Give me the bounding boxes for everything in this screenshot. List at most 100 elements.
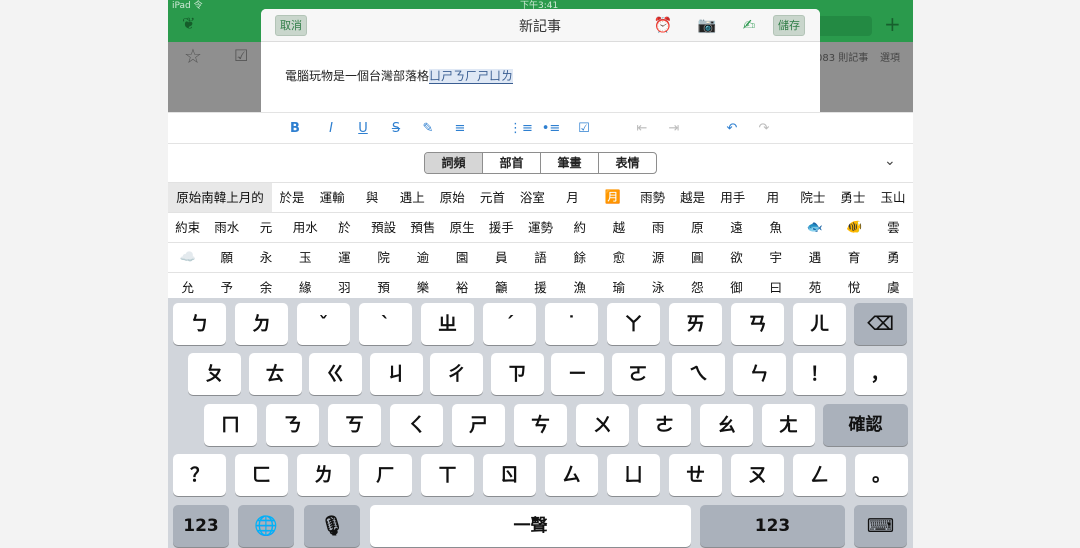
cancel-button[interactable]: 取消 [275, 15, 307, 36]
key[interactable]: ㄍ [309, 353, 362, 395]
key[interactable]: ㄠ [700, 404, 753, 446]
candidate-tab-2[interactable]: 部首 [483, 153, 541, 173]
candidate-item[interactable]: 原始南韓上月的 [168, 183, 272, 212]
key[interactable]: ㄔ [430, 353, 483, 395]
globe-icon[interactable]: 🌐 [238, 505, 294, 547]
candidate-item[interactable]: 原始 [432, 183, 472, 212]
candidate-item[interactable]: 浴室 [512, 183, 552, 212]
key[interactable]: ㄩ [607, 454, 660, 496]
confirm-key[interactable]: 確認 [823, 404, 908, 446]
save-button[interactable]: 儲存 [773, 15, 805, 36]
key[interactable]: ㄨ [576, 404, 629, 446]
candidate-tab-4[interactable]: 表情 [599, 153, 656, 173]
key[interactable]: ㄌ [297, 454, 350, 496]
key[interactable]: ㄐ [369, 353, 423, 395]
key[interactable]: ㄣ [732, 353, 786, 395]
note-body-text[interactable]: 電腦玩物是一個台灣部落格ㄩㄕㄋㄏㄕㄩㄌ [285, 67, 514, 84]
italic-icon[interactable]: I [321, 120, 341, 138]
key[interactable]: ㄙ [545, 454, 598, 496]
key[interactable]: ㄘ [514, 404, 567, 446]
key[interactable]: ㄅ [173, 303, 226, 345]
candidate-item[interactable]: 玉山 [873, 183, 913, 212]
key[interactable]: ㄚ [607, 303, 660, 345]
candidate-item[interactable]: 欲 [717, 243, 756, 272]
alarm-clock-icon[interactable]: ⏰ [653, 15, 673, 35]
candidate-item[interactable]: 於 [325, 213, 364, 242]
candidate-item[interactable]: 預售 [403, 213, 442, 242]
chevron-down-icon[interactable]: ⌄ [884, 153, 896, 169]
candidate-item[interactable]: 餘 [560, 243, 599, 272]
key[interactable]: ㄇ [204, 404, 257, 446]
key[interactable]: ㄤ [762, 404, 815, 446]
key[interactable]: ˊ [483, 303, 536, 345]
new-note-icon[interactable]: + [884, 12, 901, 36]
candidate-item[interactable]: 預設 [364, 213, 403, 242]
candidate-tab-3[interactable]: 筆畫 [541, 153, 599, 173]
candidate-item[interactable]: 越是 [673, 183, 713, 212]
candidate-item[interactable]: 語 [521, 243, 560, 272]
indent-icon[interactable]: ⇥ [664, 120, 684, 138]
strikethrough-icon[interactable]: S [386, 120, 406, 138]
candidate-item[interactable]: 雨勢 [633, 183, 673, 212]
candidate-item[interactable]: 院 [364, 243, 403, 272]
bullet-list-icon[interactable]: •≡ [541, 120, 561, 138]
key[interactable]: ㄑ [390, 404, 443, 446]
align-icon[interactable]: ≡ [450, 120, 470, 138]
candidate-item[interactable]: 育 [835, 243, 874, 272]
key[interactable]: ？ [173, 454, 226, 496]
key[interactable]: ㄢ [731, 303, 784, 345]
key[interactable]: ㄒ [421, 454, 474, 496]
candidate-item[interactable]: 越 [599, 213, 638, 242]
candidate-item[interactable]: 運輸 [312, 183, 352, 212]
candidate-item[interactable]: 園 [442, 243, 481, 272]
key[interactable]: ㄥ [793, 454, 846, 496]
candidate-item[interactable]: 運勢 [521, 213, 560, 242]
candidate-item[interactable]: 用 [753, 183, 793, 212]
candidate-item[interactable]: ☁️ [168, 243, 207, 272]
underline-icon[interactable]: U [353, 120, 373, 138]
backspace-key[interactable]: ⌫ [854, 303, 907, 345]
candidate-item[interactable]: 遇上 [392, 183, 432, 212]
key[interactable]: ㄟ [672, 353, 725, 395]
key[interactable]: ㄓ [421, 303, 474, 345]
key[interactable]: ㄛ [611, 353, 665, 395]
candidate-item[interactable]: 元 [246, 213, 285, 242]
outdent-icon[interactable]: ⇤ [632, 120, 652, 138]
candidate-item[interactable]: 🈷️ [593, 183, 633, 212]
key[interactable]: ㄉ [235, 303, 288, 345]
key[interactable]: ㄧ [551, 353, 604, 395]
key[interactable]: ˋ [359, 303, 412, 345]
candidate-item[interactable]: 🐟 [795, 213, 834, 242]
candidate-item[interactable]: 用水 [286, 213, 325, 242]
key[interactable]: ˇ [297, 303, 350, 345]
candidate-item[interactable]: 逾 [403, 243, 442, 272]
key[interactable]: ㄈ [235, 454, 288, 496]
key[interactable]: ㄎ [328, 404, 381, 446]
candidate-item[interactable]: 約束 [168, 213, 207, 242]
candidate-item[interactable]: 遇 [795, 243, 834, 272]
numbered-list-icon[interactable]: ⋮≡ [509, 120, 533, 138]
key[interactable]: ！ [793, 353, 846, 395]
candidate-item[interactable]: 雨水 [207, 213, 246, 242]
candidate-item[interactable]: 用手 [713, 183, 753, 212]
candidate-item[interactable]: 雲 [874, 213, 913, 242]
key[interactable]: ㄊ [248, 353, 302, 395]
candidate-item[interactable]: 元首 [472, 183, 512, 212]
options-link[interactable]: 選項 [880, 49, 900, 64]
checkbox-icon[interactable]: ☑ [574, 120, 594, 138]
key[interactable]: 。 [855, 454, 908, 496]
highlight-icon[interactable]: ✎ [418, 120, 438, 138]
candidate-item[interactable]: 院士 [793, 183, 833, 212]
bold-icon[interactable]: B [285, 120, 305, 138]
candidate-item[interactable]: 原生 [442, 213, 481, 242]
candidate-item[interactable]: 圓 [678, 243, 717, 272]
candidate-item[interactable]: 永 [246, 243, 285, 272]
key[interactable]: ㄆ [188, 353, 241, 395]
redo-icon[interactable]: ↷ [754, 120, 774, 138]
key[interactable]: ㄞ [669, 303, 722, 345]
key[interactable]: ㄋ [266, 404, 319, 446]
candidate-item[interactable]: 運 [325, 243, 364, 272]
candidate-item[interactable]: 愈 [599, 243, 638, 272]
key[interactable]: ㄦ [793, 303, 846, 345]
candidate-item[interactable]: 遠 [717, 213, 756, 242]
